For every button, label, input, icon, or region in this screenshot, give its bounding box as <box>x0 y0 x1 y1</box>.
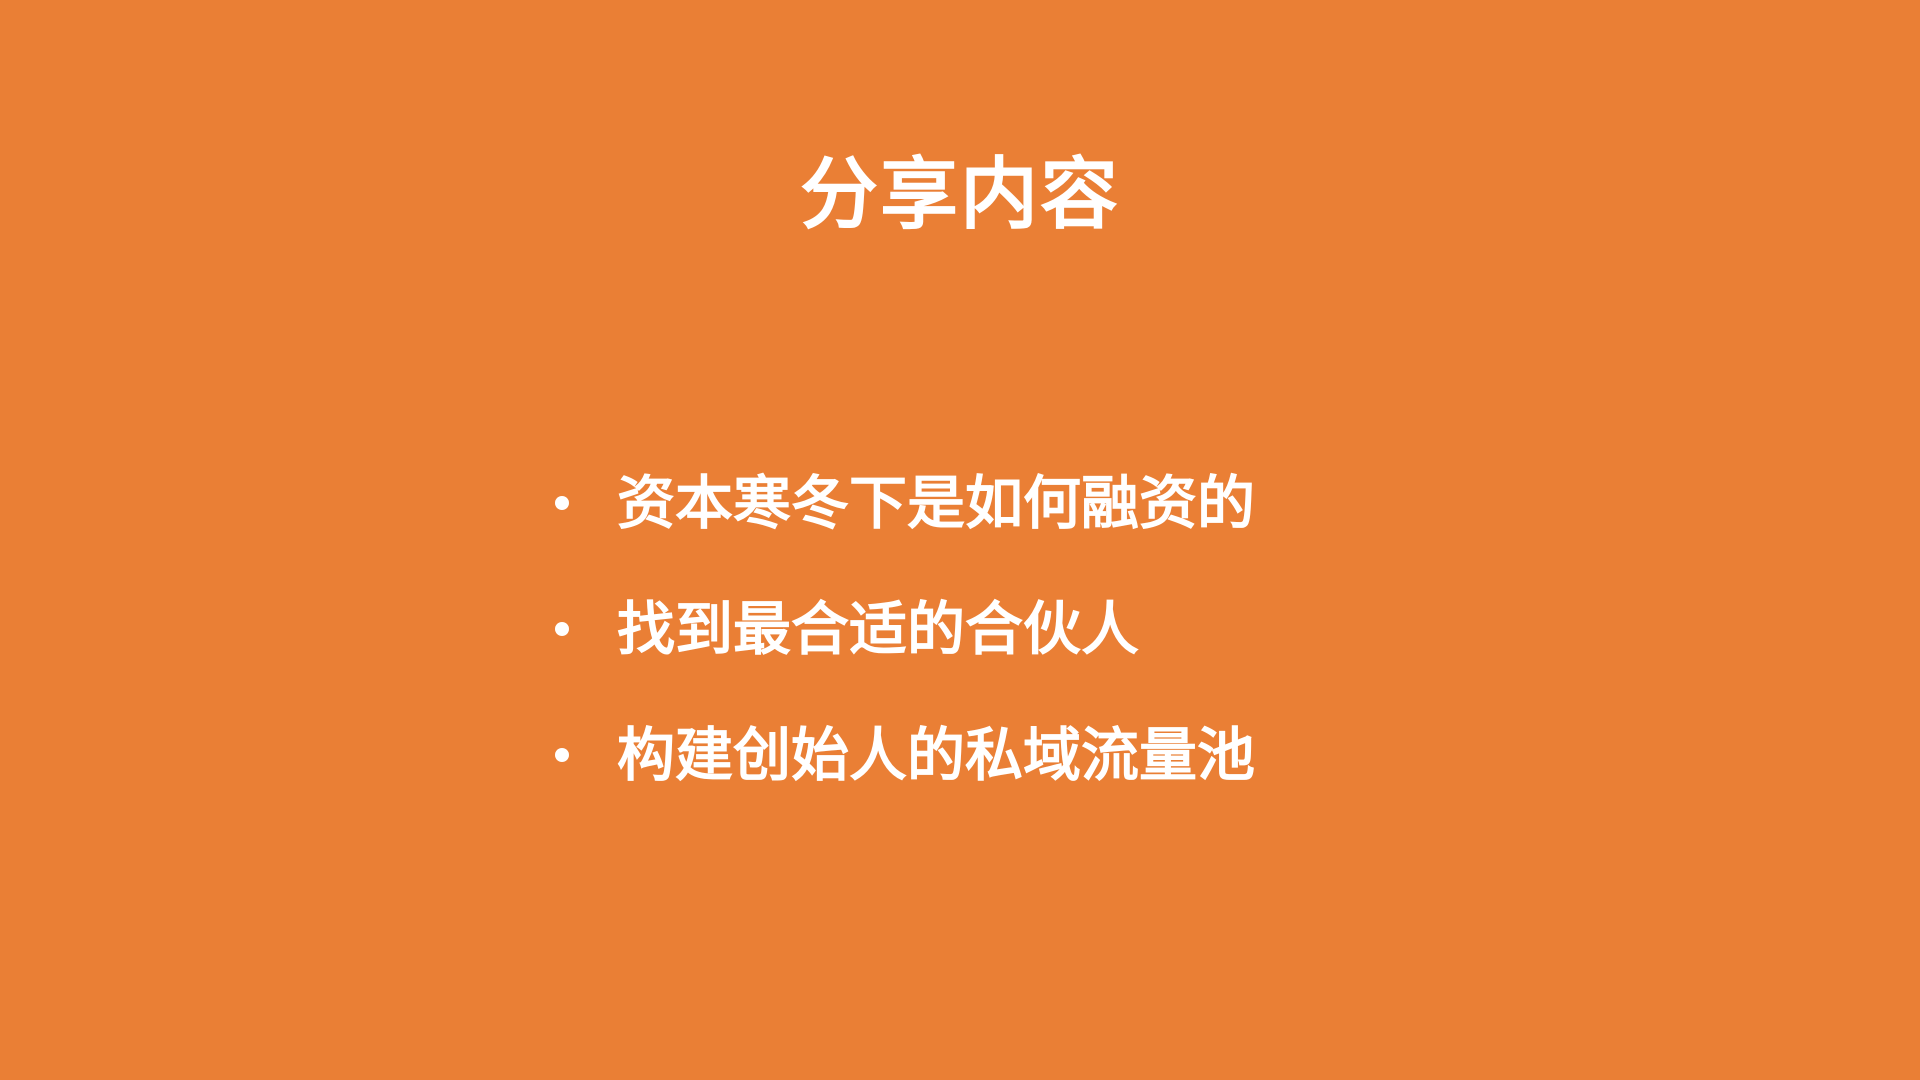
bullet-dot-icon <box>555 622 569 636</box>
bullet-item: 资本寒冬下是如何融资的 <box>555 460 1255 586</box>
slide-title: 分享内容 <box>799 150 1120 240</box>
bullet-item: 构建创始人的私域流量池 <box>555 712 1255 838</box>
bullet-text: 构建创始人的私域流量池 <box>617 721 1256 789</box>
bullet-text: 找到最合适的合伙人 <box>617 595 1140 663</box>
bullet-list: 资本寒冬下是如何融资的 找到最合适的合伙人 构建创始人的私域流量池 <box>555 460 1255 838</box>
bullet-item: 找到最合适的合伙人 <box>555 586 1255 712</box>
bullet-dot-icon <box>555 748 569 762</box>
bullet-dot-icon <box>555 496 569 510</box>
bullet-text: 资本寒冬下是如何融资的 <box>617 469 1256 537</box>
slide: 分享内容 资本寒冬下是如何融资的 找到最合适的合伙人 构建创始人的私域流量池 <box>0 0 1920 1080</box>
